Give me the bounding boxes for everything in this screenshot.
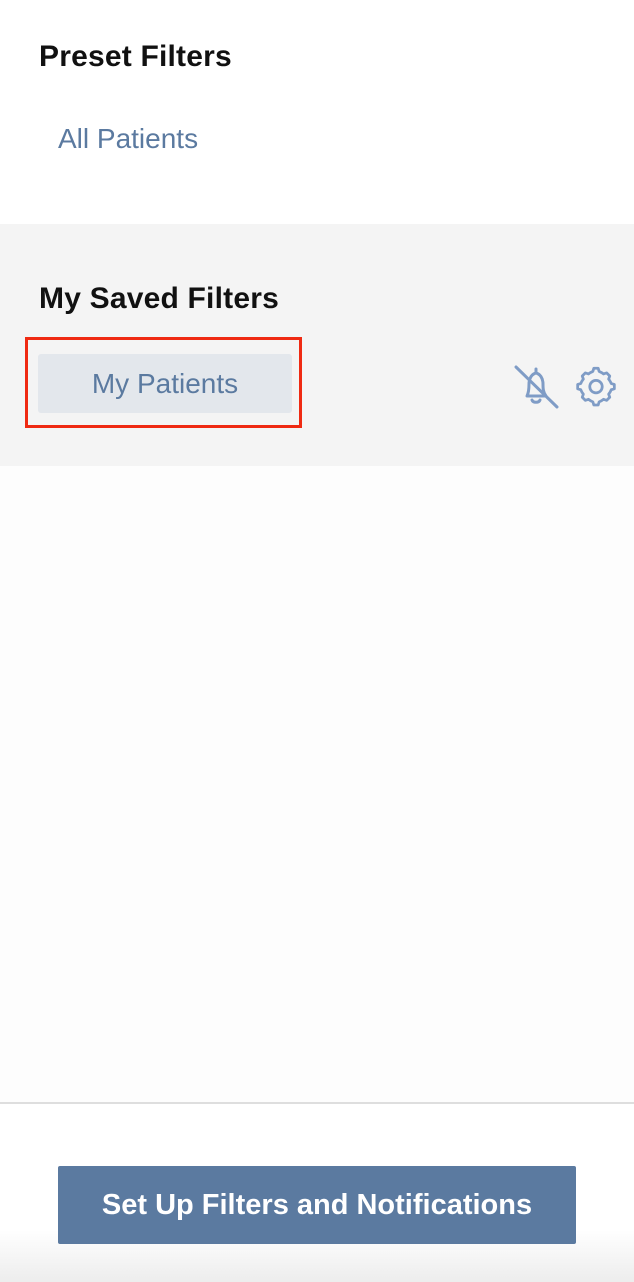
- preset-filters-section: Preset Filters All Patients: [0, 0, 634, 224]
- setup-filters-button[interactable]: Set Up Filters and Notifications: [58, 1166, 576, 1244]
- filters-panel: Preset Filters All Patients My Saved Fil…: [0, 0, 634, 1282]
- bell-off-icon[interactable]: [512, 365, 559, 409]
- saved-filters-title: My Saved Filters: [39, 282, 279, 315]
- preset-filter-all-patients[interactable]: All Patients: [58, 123, 198, 155]
- saved-filters-section: My Saved Filters My Patients: [0, 224, 634, 466]
- gear-icon[interactable]: [574, 365, 618, 409]
- panel-footer: Set Up Filters and Notifications: [0, 1102, 634, 1282]
- preset-filters-title: Preset Filters: [39, 40, 232, 73]
- saved-filter-my-patients[interactable]: My Patients: [38, 354, 292, 413]
